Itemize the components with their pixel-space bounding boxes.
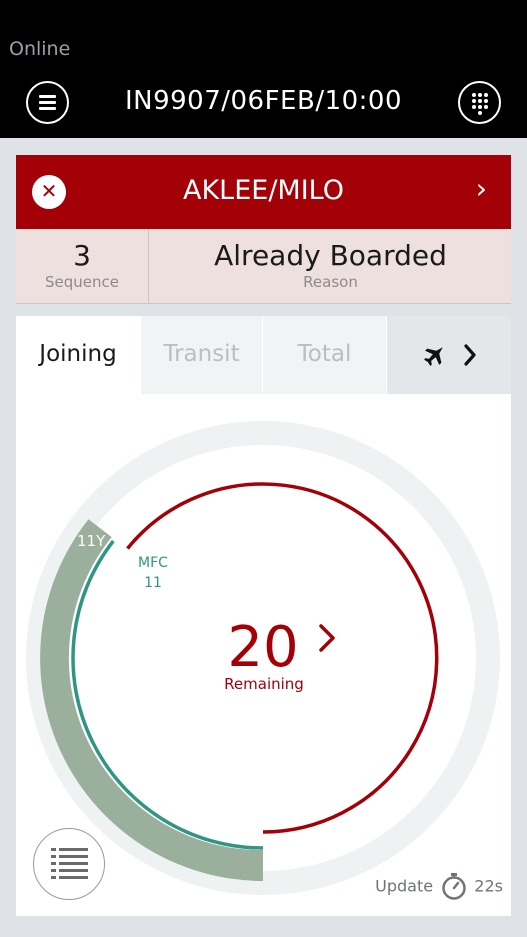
class-label: 11Y [77, 532, 106, 550]
passenger-info-row: 3 Sequence Already Boarded Reason [16, 229, 511, 304]
remaining-chevron-icon[interactable] [319, 624, 335, 652]
chevron-right-icon[interactable]: › [476, 172, 487, 205]
reason-cell: Already Boarded Reason [150, 229, 511, 304]
sequence-value: 3 [73, 239, 91, 272]
flight-title: IN9907/06FEB/10:00 [124, 86, 403, 116]
reason-value: Already Boarded [214, 239, 447, 272]
passenger-name: AKLEE/MILO [182, 175, 345, 206]
sequence-label: Sequence [45, 273, 119, 291]
menu-button[interactable] [26, 81, 69, 124]
top-bar: Online IN9907/06FEB/10:00 [0, 0, 527, 138]
sequence-cell: 3 Sequence [16, 229, 149, 304]
update-label: Update [375, 876, 434, 896]
update-value: 22s [474, 876, 503, 896]
tab-flight[interactable] [387, 316, 511, 394]
tab-transit[interactable]: Transit [141, 316, 262, 394]
remaining-count[interactable]: 20 [227, 615, 298, 680]
keypad-button[interactable] [458, 81, 501, 124]
tab-total[interactable]: Total [263, 316, 386, 394]
passenger-header: ✕ AKLEE/MILO › [16, 155, 511, 229]
airplane-icon [424, 344, 476, 366]
list-view-icon [51, 848, 88, 879]
gauge-class-segment [40, 519, 263, 881]
remaining-label: Remaining [224, 675, 304, 693]
list-view-button[interactable] [33, 828, 105, 900]
close-icon[interactable]: ✕ [32, 175, 66, 209]
tab-joining[interactable]: Joining [16, 316, 140, 394]
boarding-summary-card: Joining Transit Total 11Y MFC 11 20 Rema… [16, 316, 511, 916]
update-timer: Update 22s [375, 872, 503, 900]
reason-label: Reason [303, 273, 358, 291]
mfc-label: MFC [138, 555, 168, 571]
stopwatch-icon [442, 873, 466, 900]
mfc-count: 11 [144, 575, 162, 591]
network-status: Online [9, 38, 71, 60]
